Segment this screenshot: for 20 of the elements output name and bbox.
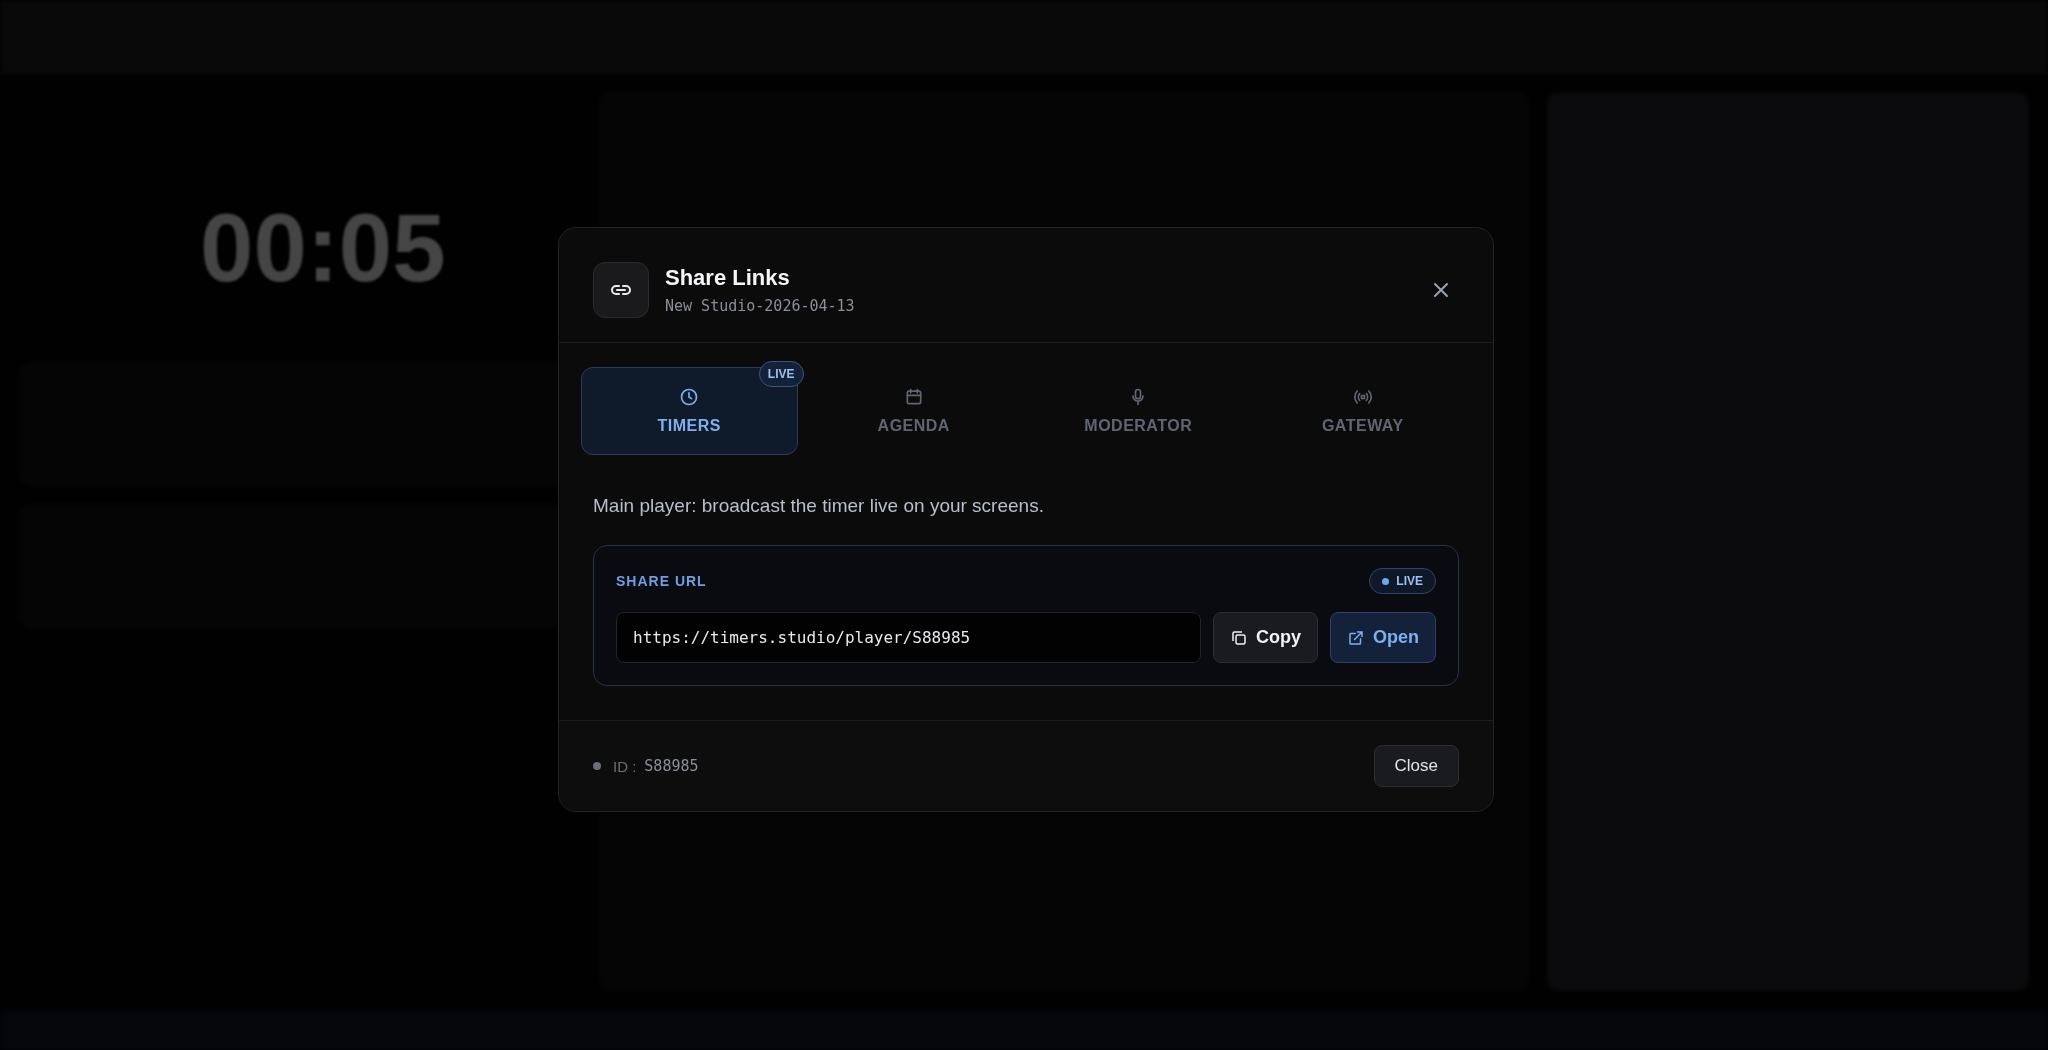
tab-description: Main player: broadcast the timer live on your screens. xyxy=(592,494,1045,518)
external-link-icon xyxy=(1347,628,1365,647)
copy-icon xyxy=(1230,628,1248,647)
live-status-badge: LIVE xyxy=(1369,568,1436,594)
broadcast-icon xyxy=(1352,387,1373,407)
dialog-title: Share Links xyxy=(665,265,791,291)
share-url-field[interactable]: https://timers.studio/player/S88985 xyxy=(616,612,1201,663)
share-url-label: SHARE URL xyxy=(616,573,707,589)
copy-button[interactable]: Copy xyxy=(1213,612,1318,663)
live-badge: LIVE xyxy=(758,361,804,387)
open-button[interactable]: Open xyxy=(1330,612,1436,663)
id-value: S88985 xyxy=(644,757,699,775)
id-label: ID : xyxy=(613,757,637,775)
close-icon[interactable] xyxy=(1431,280,1451,300)
status-dot-icon xyxy=(593,762,601,770)
timer-display: 00:05 xyxy=(199,193,447,303)
dialog-subtitle: New Studio-2026-04-13 xyxy=(665,297,856,315)
clock-icon xyxy=(679,387,700,407)
close-button[interactable]: Close xyxy=(1373,745,1459,787)
link-icon xyxy=(593,262,649,318)
